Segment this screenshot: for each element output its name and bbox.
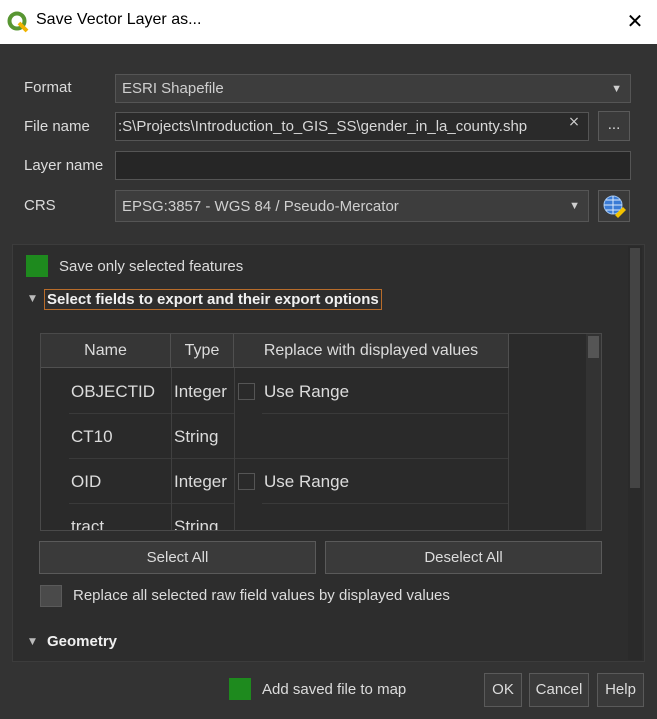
format-value: ESRI Shapefile: [122, 80, 224, 97]
cancel-button[interactable]: Cancel: [529, 673, 589, 707]
crs-value: EPSG:3857 - WGS 84 / Pseudo-Mercator: [122, 198, 399, 215]
chevron-down-icon: ▼: [611, 83, 622, 95]
table-row-replace: Use Range: [262, 369, 508, 414]
replace-all-label: Replace all selected raw field values by…: [73, 587, 450, 604]
crs-selector-button[interactable]: [598, 190, 630, 222]
fields-section-title[interactable]: Select fields to export and their export…: [44, 289, 382, 310]
table-row-name: tract: [69, 504, 171, 530]
filename-value: :S\Projects\Introduction_to_GIS_SS\gende…: [118, 118, 528, 135]
window-title: Save Vector Layer as...: [36, 11, 202, 28]
fields-table: Name Type Replace with displayed values …: [40, 333, 602, 531]
ok-button[interactable]: OK: [484, 673, 522, 707]
deselect-all-button[interactable]: Deselect All: [325, 541, 602, 574]
filename-input[interactable]: :S\Projects\Introduction_to_GIS_SS\gende…: [115, 112, 589, 141]
format-label: Format: [24, 79, 72, 96]
table-row-type: String: [172, 504, 234, 530]
table-scrollbar[interactable]: [586, 334, 601, 530]
collapse-icon[interactable]: ▼: [29, 637, 36, 647]
select-all-button[interactable]: Select All: [39, 541, 316, 574]
filename-label: File name: [24, 118, 90, 135]
globe-icon: [603, 195, 626, 218]
crs-select[interactable]: EPSG:3857 - WGS 84 / Pseudo-Mercator ▼: [115, 190, 589, 222]
table-row-replace: [234, 414, 508, 459]
table-row-name: CT10: [69, 414, 171, 459]
use-range-checkbox[interactable]: [238, 383, 255, 400]
save-selected-label: Save only selected features: [59, 258, 244, 275]
format-select[interactable]: ESRI Shapefile ▼: [115, 74, 631, 103]
layer-name-input[interactable]: [115, 151, 631, 180]
panel-scrollbar[interactable]: [628, 246, 642, 660]
qgis-logo-icon: [7, 11, 29, 33]
table-row-name: OID: [69, 459, 171, 504]
column-header-replace[interactable]: Replace with displayed values: [234, 334, 509, 368]
table-row-type: Integer: [172, 369, 234, 414]
table-row-replace: Use Range: [262, 459, 508, 504]
browse-button[interactable]: ...: [598, 111, 630, 141]
clear-icon[interactable]: ×: [567, 114, 581, 130]
add-to-map-checkbox[interactable]: [229, 678, 251, 700]
table-row-name: OBJECTID: [69, 369, 171, 414]
geometry-section-title[interactable]: Geometry: [47, 633, 117, 650]
column-header-name[interactable]: Name: [41, 334, 171, 368]
replace-all-checkbox[interactable]: [40, 585, 62, 607]
save-selected-checkbox[interactable]: [26, 255, 48, 277]
title-bar: Save Vector Layer as... ✕: [0, 0, 657, 44]
column-header-type[interactable]: Type: [171, 334, 234, 368]
crs-label: CRS: [24, 197, 56, 214]
layer-name-label: Layer name: [24, 157, 104, 174]
chevron-down-icon: ▼: [569, 200, 580, 212]
table-row-type: Integer: [172, 459, 234, 504]
use-range-checkbox[interactable]: [238, 473, 255, 490]
table-row-type: String: [172, 414, 234, 459]
help-button[interactable]: Help: [597, 673, 644, 707]
add-to-map-label: Add saved file to map: [262, 681, 407, 698]
collapse-icon[interactable]: ▼: [29, 294, 36, 304]
close-icon[interactable]: ✕: [623, 9, 647, 33]
